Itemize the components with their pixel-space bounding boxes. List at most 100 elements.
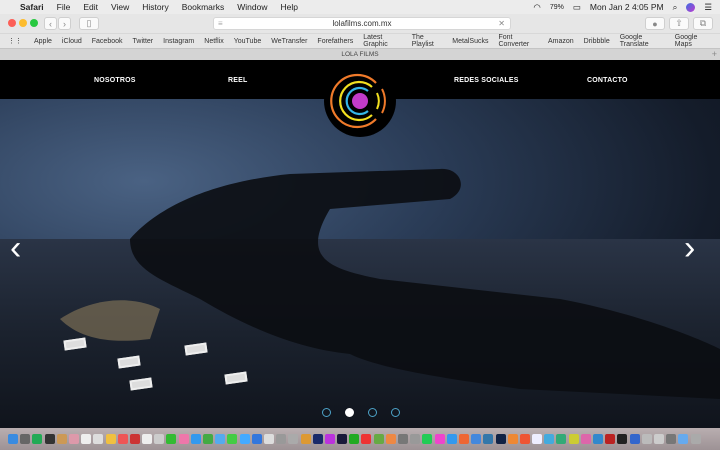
menu-file[interactable]: File [57,2,71,12]
bookmark[interactable]: MetalSucks [452,38,488,45]
slide-dot-2[interactable] [345,408,354,417]
dock-app-icon[interactable] [556,434,567,444]
dock-app-icon[interactable] [580,434,591,444]
dock-app-icon[interactable] [641,434,652,444]
dock-app-icon[interactable] [68,434,79,444]
dock-app-icon[interactable] [337,434,348,444]
dock-app-icon[interactable] [422,434,433,444]
bookmark[interactable]: The Playlist [412,34,443,48]
dock-app-icon[interactable] [81,434,92,444]
dock-app-icon[interactable] [690,434,701,444]
dock-app-icon[interactable] [532,434,543,444]
back-button[interactable]: ‹ [44,17,57,30]
dock-app-icon[interactable] [593,434,603,444]
dock-app-icon[interactable] [495,434,506,444]
dock-app-icon[interactable] [227,434,238,444]
new-tab-button[interactable]: + [712,49,717,60]
dock-app-icon[interactable] [373,434,384,444]
bookmark[interactable]: iCloud [62,38,82,45]
bookmark[interactable]: Google Translate [620,34,665,48]
bookmark[interactable]: Google Maps [675,34,710,48]
nav-nosotros[interactable]: NOSOTROS [94,77,136,84]
siri-icon[interactable] [686,2,696,12]
lola-films-logo[interactable] [324,65,396,137]
nav-contacto[interactable]: CONTACTO [587,77,628,84]
dock-app-icon[interactable] [653,434,664,444]
bookmark[interactable]: Apple [34,38,52,45]
forward-button[interactable]: › [58,17,71,30]
dock-app-icon[interactable] [629,434,640,444]
minimize-button[interactable] [19,19,27,27]
dock-app-icon[interactable] [276,434,287,444]
dock-app-icon[interactable] [117,434,128,444]
dock-app-icon[interactable] [32,434,43,444]
bookmark[interactable]: Instagram [163,38,194,45]
dock-app-icon[interactable] [166,434,177,444]
battery-percent[interactable]: 79% [550,4,564,11]
dock-app-icon[interactable] [617,434,628,444]
dock-app-icon[interactable] [154,434,165,444]
bookmark[interactable]: WeTransfer [271,38,307,45]
bookmark[interactable]: Dribbble [584,38,610,45]
dock-app-icon[interactable] [519,434,530,444]
dock-app-icon[interactable] [8,434,18,444]
dock-app-icon[interactable] [93,434,104,444]
dock-app-icon[interactable] [544,434,555,444]
dock-app-icon[interactable] [324,434,335,444]
dock-app-icon[interactable] [44,434,55,444]
dock-app-icon[interactable] [142,434,153,444]
bookmark[interactable]: Font Converter [498,34,537,48]
dock-app-icon[interactable] [300,434,311,444]
spotlight-icon[interactable]: ⌕ [673,2,678,13]
dock-app-icon[interactable] [263,434,274,444]
address-bar[interactable]: ≡ lolafilms.com.mx ✕ [213,17,511,30]
top-sites-icon[interactable]: ⋮⋮ [8,37,22,45]
menu-bookmarks[interactable]: Bookmarks [182,2,225,12]
clear-url-icon[interactable]: ✕ [498,18,505,30]
clock[interactable]: Mon Jan 2 4:05 PM [590,2,664,12]
close-button[interactable] [8,19,16,27]
bookmark[interactable]: Forefathers [317,38,353,45]
dock-app-icon[interactable] [20,434,31,444]
dock-app-icon[interactable] [312,434,323,444]
menu-help[interactable]: Help [280,2,297,12]
prev-slide-arrow[interactable]: ‹ [10,229,21,268]
bookmark[interactable]: Latest Graphic [363,34,401,48]
next-slide-arrow[interactable]: › [684,229,695,268]
dock-app-icon[interactable] [203,434,213,444]
dock-app-icon[interactable] [215,434,226,444]
dock-app-icon[interactable] [56,434,67,444]
dock-app-icon[interactable] [483,434,494,444]
dock-app-icon[interactable] [410,434,421,444]
bookmark[interactable]: Twitter [133,38,154,45]
notification-center-icon[interactable]: ☰ [704,2,712,13]
bookmark[interactable]: Netflix [204,38,223,45]
nav-reel[interactable]: REEL [228,77,247,84]
dock-app-icon[interactable] [605,434,616,444]
slide-dot-4[interactable] [391,408,400,417]
dock-app-icon[interactable] [471,434,482,444]
bookmark[interactable]: Facebook [92,38,123,45]
dock-app-icon[interactable] [129,434,140,444]
tab-title[interactable]: LOLA FILMS [341,51,378,58]
downloads-button[interactable]: ● [645,17,665,30]
menu-history[interactable]: History [142,2,168,12]
dock-app-icon[interactable] [446,434,457,444]
dock-app-icon[interactable] [239,434,250,444]
url-text[interactable]: lolafilms.com.mx [332,19,391,28]
menu-window[interactable]: Window [237,2,267,12]
dock-app-icon[interactable] [434,434,445,444]
dock-app-icon[interactable] [678,434,689,444]
dock-app-icon[interactable] [666,434,677,444]
share-button[interactable]: ⇧ [669,17,689,30]
slide-dot-1[interactable] [322,408,331,417]
menu-view[interactable]: View [111,2,129,12]
menu-app[interactable]: Safari [20,2,44,12]
dock-app-icon[interactable] [458,434,469,444]
dock-app-icon[interactable] [398,434,408,444]
tabs-button[interactable]: ⧉ [693,17,713,30]
bookmark[interactable]: YouTube [234,38,262,45]
dock-app-icon[interactable] [178,434,189,444]
slide-dot-3[interactable] [368,408,377,417]
sidebar-icon[interactable]: ▯ [79,17,99,30]
